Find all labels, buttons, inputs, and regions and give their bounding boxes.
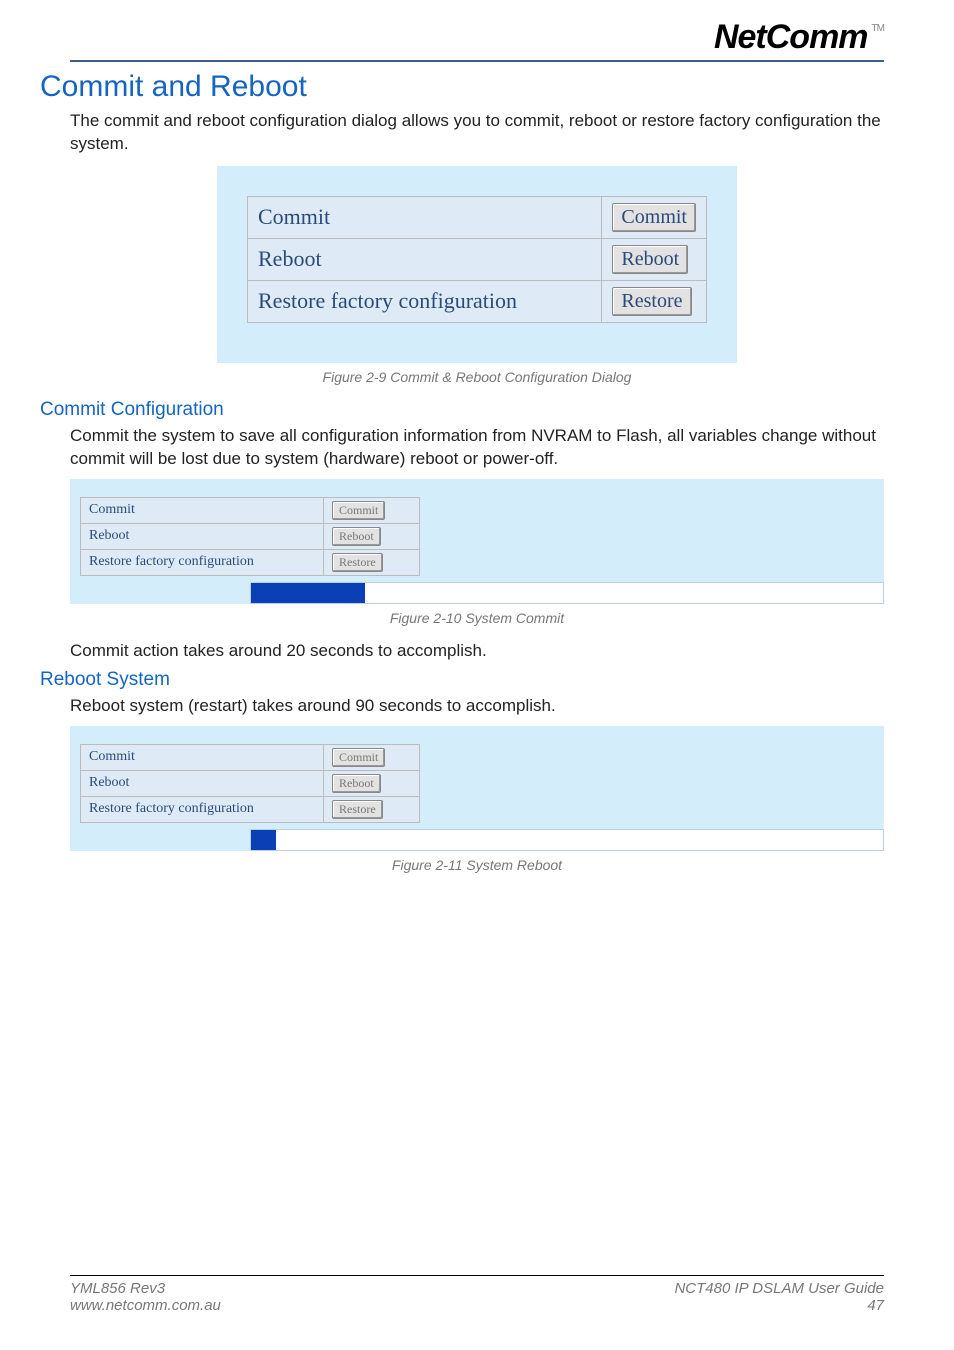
figure-caption: Figure 2-9 Commit & Reboot Configuration… bbox=[70, 369, 884, 385]
commit-config-heading: Commit Configuration bbox=[40, 399, 884, 421]
config-table-small: Commit Commit Reboot Reboot Restore fact… bbox=[80, 744, 420, 823]
row-label: Reboot bbox=[81, 770, 324, 796]
footer-page: 47 bbox=[674, 1297, 884, 1314]
page-title: Commit and Reboot bbox=[40, 70, 884, 104]
commit-reboot-dialog: Commit Commit Reboot Reboot Restore fact… bbox=[217, 166, 737, 363]
commit-button[interactable]: Commit bbox=[332, 748, 385, 767]
reboot-button[interactable]: Reboot bbox=[332, 774, 381, 793]
restore-button[interactable]: Restore bbox=[332, 553, 383, 572]
config-table-small: Commit Commit Reboot Reboot Restore fact… bbox=[80, 497, 420, 576]
commit-note: Commit action takes around 20 seconds to… bbox=[70, 640, 884, 663]
figure-caption: Figure 2-11 System Reboot bbox=[70, 857, 884, 873]
table-row: Restore factory configuration Restore bbox=[81, 796, 420, 822]
config-table: Commit Commit Reboot Reboot Restore fact… bbox=[247, 196, 707, 323]
row-label: Restore factory configuration bbox=[248, 280, 602, 322]
footer-url: www.netcomm.com.au bbox=[70, 1297, 221, 1314]
table-row: Reboot Reboot bbox=[248, 238, 707, 280]
row-label: Reboot bbox=[248, 238, 602, 280]
reboot-system-heading: Reboot System bbox=[40, 669, 884, 691]
restore-button[interactable]: Restore bbox=[332, 800, 383, 819]
brand-name: NetComm bbox=[714, 20, 868, 54]
intro-text: The commit and reboot configuration dial… bbox=[70, 110, 884, 156]
restore-button[interactable]: Restore bbox=[612, 287, 691, 316]
page-footer: YML856 Rev3 www.netcomm.com.au NCT480 IP… bbox=[70, 1275, 884, 1314]
reboot-system-text: Reboot system (restart) takes around 90 … bbox=[70, 695, 884, 718]
trademark: TM bbox=[872, 24, 884, 34]
brand-logo: NetComm TM bbox=[714, 20, 884, 54]
row-label: Commit bbox=[248, 196, 602, 238]
progress-bar bbox=[250, 582, 884, 604]
footer-guide: NCT480 IP DSLAM User Guide bbox=[674, 1280, 884, 1297]
figure-caption: Figure 2-10 System Commit bbox=[70, 610, 884, 626]
commit-dialog-small: Commit Commit Reboot Reboot Restore fact… bbox=[70, 479, 884, 604]
row-label: Restore factory configuration bbox=[81, 796, 324, 822]
page-header: NetComm TM bbox=[70, 20, 884, 62]
row-label: Commit bbox=[81, 744, 324, 770]
table-row: Reboot Reboot bbox=[81, 770, 420, 796]
table-row: Reboot Reboot bbox=[81, 523, 420, 549]
progress-fill bbox=[251, 830, 276, 850]
table-row: Restore factory configuration Restore bbox=[248, 280, 707, 322]
progress-fill bbox=[251, 583, 365, 603]
table-row: Commit Commit bbox=[81, 744, 420, 770]
footer-rev: YML856 Rev3 bbox=[70, 1280, 221, 1297]
row-label: Reboot bbox=[81, 523, 324, 549]
reboot-dialog-small: Commit Commit Reboot Reboot Restore fact… bbox=[70, 726, 884, 851]
row-label: Commit bbox=[81, 497, 324, 523]
reboot-button[interactable]: Reboot bbox=[332, 527, 381, 546]
commit-button[interactable]: Commit bbox=[612, 203, 696, 232]
table-row: Restore factory configuration Restore bbox=[81, 549, 420, 575]
commit-button[interactable]: Commit bbox=[332, 501, 385, 520]
commit-config-text: Commit the system to save all configurat… bbox=[70, 425, 884, 471]
row-label: Restore factory configuration bbox=[81, 549, 324, 575]
reboot-button[interactable]: Reboot bbox=[612, 245, 688, 274]
table-row: Commit Commit bbox=[248, 196, 707, 238]
table-row: Commit Commit bbox=[81, 497, 420, 523]
progress-bar bbox=[250, 829, 884, 851]
